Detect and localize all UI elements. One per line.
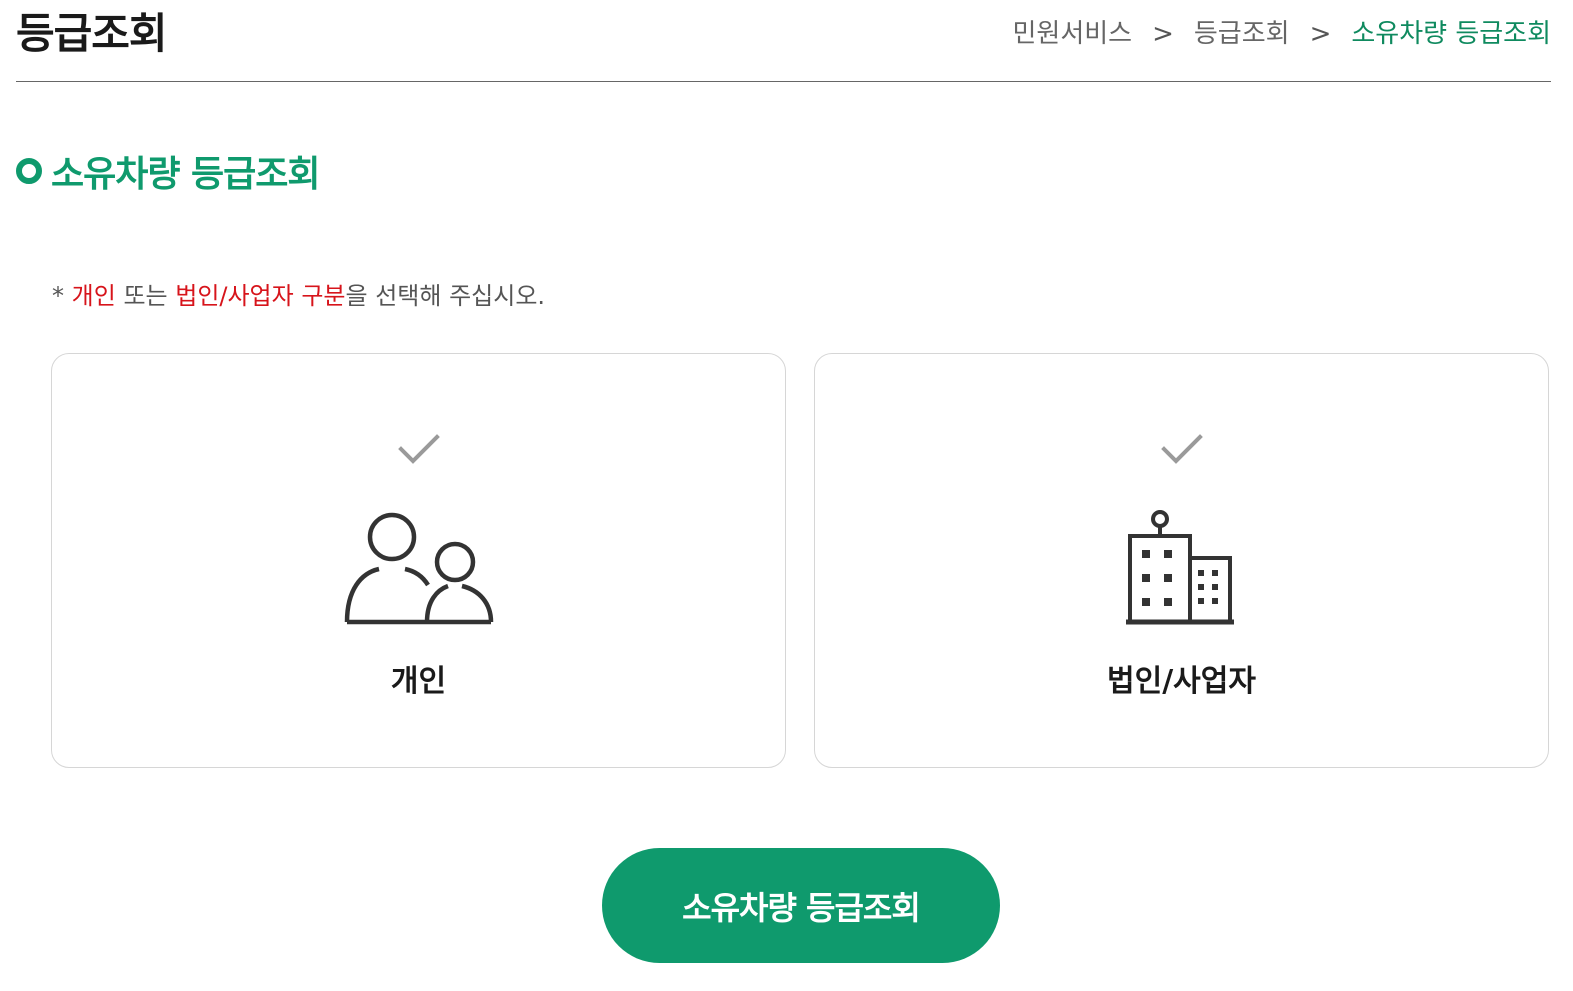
grade-lookup-button[interactable]: 소유차량 등급조회 (602, 848, 1000, 963)
notice-corporate: 법인/사업자 구분 (175, 282, 346, 310)
option-label-corporate: 법인/사업자 (1107, 664, 1256, 699)
bullet-ring-icon (16, 158, 42, 184)
header-divider (16, 81, 1551, 82)
section-title: 소유차량 등급조회 (51, 154, 320, 195)
breadcrumb: 민원서비스 > 등급조회 > 소유차량 등급조회 (1012, 14, 1551, 54)
breadcrumb-separator: > (1309, 19, 1332, 49)
instruction-text: * 개인 또는 법인/사업자 구분을 선택해 주십시오. (52, 278, 545, 314)
option-label-personal: 개인 (390, 664, 447, 699)
breadcrumb-separator: > (1152, 19, 1174, 49)
option-card-personal[interactable]: 개인 (51, 353, 786, 768)
section-heading: 소유차량 등급조회 (16, 146, 320, 196)
breadcrumb-item-current: 소유차량 등급조회 (1351, 19, 1551, 49)
notice-suffix: 을 선택해 주십시오. (345, 282, 546, 310)
checkmark-icon (397, 434, 440, 464)
notice-personal: 개인 (71, 282, 116, 310)
notice-asterisk: * (52, 282, 72, 310)
page-title: 등급조회 (16, 9, 168, 58)
building-icon (1125, 510, 1234, 625)
notice-or: 또는 (115, 282, 176, 310)
option-card-corporate[interactable]: 법인/사업자 (814, 353, 1549, 768)
people-icon (344, 512, 493, 625)
breadcrumb-item-grade-lookup[interactable]: 등급조회 (1194, 14, 1290, 54)
checkmark-icon (1160, 434, 1203, 464)
breadcrumb-item-civil-service[interactable]: 민원서비스 (1012, 14, 1132, 54)
